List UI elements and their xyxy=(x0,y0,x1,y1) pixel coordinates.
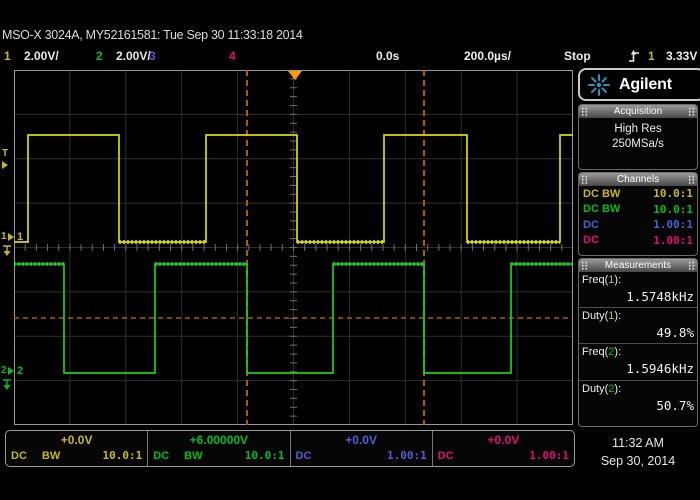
channel-coupling: DC BW xyxy=(583,188,620,200)
waveform-plot-area xyxy=(14,70,573,425)
sidebar: Agilent Acquisition High Res 250MSa/s Ch… xyxy=(578,68,698,425)
ch1-ground-marker[interactable]: 1 xyxy=(1,232,14,242)
brand-name: Agilent xyxy=(619,76,672,94)
channels-header[interactable]: Channels xyxy=(579,173,697,186)
channel-settings-bar: +0.0VDCBW10.0:1+6.00000VDCBW10.0:1+0.0VD… xyxy=(5,430,575,467)
measurement-item: Duty(1):49.8% xyxy=(579,308,697,344)
channel-row[interactable]: DC 1.00:1 xyxy=(579,217,697,233)
channel-coupling: DC xyxy=(153,450,169,462)
measurement-label: Freq(2): xyxy=(582,345,694,360)
measurement-value: 50.7% xyxy=(582,397,694,415)
clock-time: 11:32 AM xyxy=(578,434,698,452)
model-serial-title: MSO-X 3024A, MY52161581: Tue Sep 30 11:3… xyxy=(2,28,303,42)
channel-probe-ratio: 10.0:1 xyxy=(245,449,285,462)
channel-coupling: DC xyxy=(438,450,454,462)
channel-bw-limit: BW xyxy=(42,450,60,462)
trigger-source-readout[interactable]: 1 xyxy=(648,49,655,63)
trigger-level-letter: T xyxy=(2,149,8,159)
channel-probe-ratio: 10.0:1 xyxy=(653,203,693,216)
ch3-number[interactable]: 3 xyxy=(149,49,156,63)
grip-icon xyxy=(688,107,695,116)
channel-row[interactable]: DC 1.00:1 xyxy=(579,233,697,249)
ch2-scale-readout[interactable]: 2.00V/ xyxy=(116,49,151,63)
timebase-readout[interactable]: 200.0µs/ xyxy=(464,49,511,63)
channel-bw-limit: BW xyxy=(184,450,202,462)
acquisition-mode: High Res xyxy=(579,122,697,137)
ch4-number[interactable]: 4 xyxy=(229,49,236,63)
brand-box: Agilent xyxy=(578,68,700,101)
channel-coupling: DC xyxy=(11,450,27,462)
grip-icon xyxy=(688,175,695,184)
grip-icon xyxy=(581,175,588,184)
run-state-indicator: Stop xyxy=(564,49,591,63)
acquisition-section: Acquisition High Res 250MSa/s xyxy=(578,104,698,170)
ch1-marker-arrow-icon xyxy=(8,233,14,241)
measurement-label: Freq(1): xyxy=(582,273,694,288)
measurement-item: Freq(2):1.5946kHz xyxy=(579,344,697,380)
channel-offset-value: +0.0V xyxy=(438,432,569,448)
waveform-display[interactable] xyxy=(14,70,573,425)
ch2-marker-arrow-icon xyxy=(8,367,14,375)
channel-coupling: DC xyxy=(296,450,312,462)
sample-rate: 250MSa/s xyxy=(579,137,697,152)
trigger-edge-icon xyxy=(628,49,640,63)
ch2-ground-icon xyxy=(2,379,12,391)
channel-offset-value: +6.00000V xyxy=(153,432,284,448)
ch1-ground-icon xyxy=(2,245,12,257)
channel-coupling: DC BW xyxy=(583,203,620,215)
measurements-header[interactable]: Measurements xyxy=(579,259,697,272)
channel-probe-ratio: 10.0:1 xyxy=(653,187,693,200)
ch1-number[interactable]: 1 xyxy=(4,49,11,63)
ch2-number[interactable]: 2 xyxy=(96,49,103,63)
ch2-ground-marker[interactable]: 2 xyxy=(1,366,14,376)
channel-settings-panel[interactable]: +0.0V DC BW 10.0:1 xyxy=(6,431,148,466)
grip-icon xyxy=(688,261,695,270)
acquisition-header[interactable]: Acquisition xyxy=(579,105,697,118)
clock: 11:32 AM Sep 30, 2014 xyxy=(578,434,698,470)
time-offset-readout[interactable]: 0.0s xyxy=(376,49,399,63)
measurement-value: 1.5946kHz xyxy=(582,360,694,378)
channel-probe-ratio: 1.00:1 xyxy=(529,449,569,462)
status-bar: 1 2.00V/ 2 2.00V/ 3 4 0.0s 200.0µs/ Stop… xyxy=(0,47,700,66)
grip-icon xyxy=(581,107,588,116)
channel-probe-ratio: 1.00:1 xyxy=(653,218,693,231)
trigger-level-marker[interactable]: T xyxy=(2,149,8,169)
trigger-level-readout[interactable]: 3.33V xyxy=(666,49,697,63)
channel-row[interactable]: DC BW 10.0:1 xyxy=(579,186,697,202)
ch1-marker-label: 1 xyxy=(1,232,7,242)
channel-probe-ratio: 1.00:1 xyxy=(387,449,427,462)
measurement-item: Freq(1):1.5748kHz xyxy=(579,272,697,308)
channels-section: Channels DC BW10.0:1DC BW10.0:1DC1.00:1D… xyxy=(578,172,698,256)
channel-offset-value: +0.0V xyxy=(296,432,427,448)
channel-probe-ratio: 10.0:1 xyxy=(103,449,143,462)
measurement-label: Duty(1): xyxy=(582,309,694,324)
channel-coupling: DC xyxy=(583,219,599,231)
measurements-header-label: Measurements xyxy=(605,260,671,271)
agilent-logo-icon xyxy=(587,73,611,97)
ch2-marker-label: 2 xyxy=(1,366,7,376)
oscilloscope-screen: MSO-X 3024A, MY52161581: Tue Sep 30 11:3… xyxy=(0,0,700,500)
channel-row[interactable]: DC BW 10.0:1 xyxy=(579,202,697,218)
channel-settings-panel[interactable]: +0.0V DC 1.00:1 xyxy=(291,431,433,466)
trigger-level-arrow-icon xyxy=(2,161,8,169)
measurements-section: Measurements Freq(1):1.5748kHzDuty(1):49… xyxy=(578,258,698,427)
measurement-value: 1.5748kHz xyxy=(582,288,694,306)
channel-settings-panel[interactable]: +6.00000V DC BW 10.0:1 xyxy=(148,431,290,466)
measurement-item: Duty(2):50.7% xyxy=(579,381,697,417)
clock-date: Sep 30, 2014 xyxy=(578,452,698,470)
measurement-value: 49.8% xyxy=(582,324,694,342)
channel-coupling: DC xyxy=(583,234,599,246)
measurement-label: Duty(2): xyxy=(582,382,694,397)
acquisition-header-label: Acquisition xyxy=(614,106,662,117)
ch1-scale-readout[interactable]: 2.00V/ xyxy=(24,49,59,63)
grip-icon xyxy=(581,261,588,270)
channel-settings-panel[interactable]: +0.0V DC 1.00:1 xyxy=(433,431,574,466)
channels-header-label: Channels xyxy=(617,174,659,185)
channel-probe-ratio: 1.00:1 xyxy=(653,234,693,247)
channel-offset-value: +0.0V xyxy=(11,432,142,448)
